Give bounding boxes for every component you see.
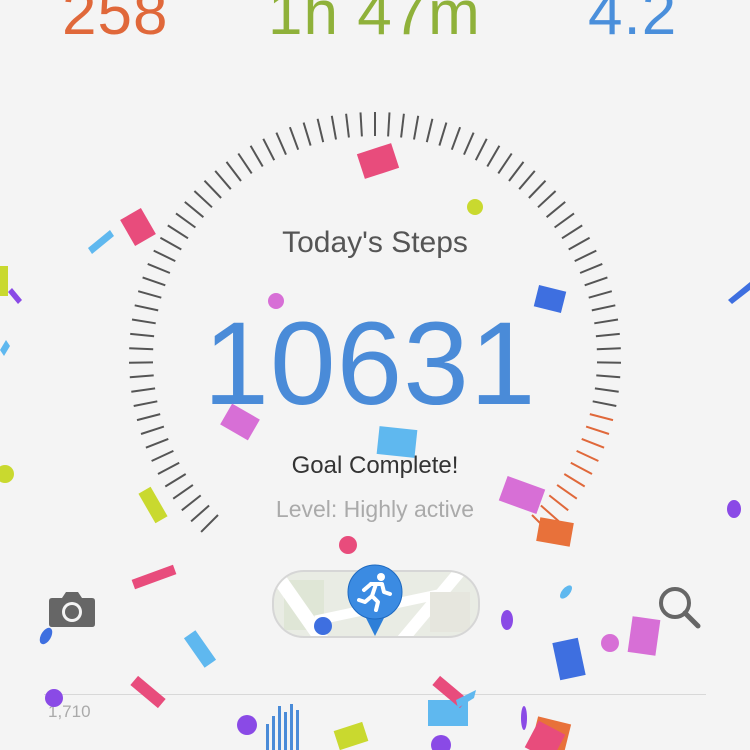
- dial-tick: [486, 145, 501, 168]
- chart-axis-label: 1,710: [48, 702, 91, 721]
- dial-tick: [249, 145, 264, 168]
- dial-tick: [463, 132, 475, 155]
- goal-status: Goal Complete!: [291, 452, 459, 479]
- step-count: 10631: [203, 298, 537, 430]
- dial-tick: [262, 138, 276, 161]
- chart-baseline: [44, 694, 706, 695]
- dial-tick: [214, 170, 232, 190]
- dial-tick: [316, 118, 325, 143]
- dial-tick: [584, 276, 608, 287]
- step-history-bars[interactable]: [262, 700, 306, 750]
- dial-tick: [288, 126, 300, 151]
- dial-tick: [142, 276, 166, 287]
- dial-tick: [275, 132, 287, 155]
- camera-icon[interactable]: [48, 588, 96, 628]
- dial-tick: [302, 122, 312, 146]
- dial-tick: [474, 138, 488, 161]
- dial-tick: [203, 180, 222, 199]
- dial-tick: [508, 161, 525, 182]
- dial-tick: [537, 190, 557, 209]
- dial-tick: [193, 190, 213, 209]
- dial-tick: [184, 201, 205, 218]
- dial-tick: [450, 126, 462, 151]
- dial-tick: [330, 115, 337, 140]
- dial-tick: [497, 152, 513, 174]
- dial-tick: [237, 152, 253, 174]
- dial-tick: [579, 262, 603, 274]
- dial-tick: [225, 161, 242, 182]
- dial-tick: [438, 122, 448, 146]
- dial-tick: [145, 437, 169, 449]
- dial-tick: [545, 201, 566, 218]
- runner-pin-icon[interactable]: [346, 562, 404, 638]
- dial-tick: [359, 112, 363, 137]
- dial-tick: [345, 113, 350, 138]
- search-icon[interactable]: [656, 584, 702, 630]
- dial-tick: [425, 118, 434, 143]
- dial-tick: [147, 262, 171, 274]
- dial-tick: [581, 437, 605, 449]
- dial-tick: [528, 180, 547, 199]
- dial-tick: [413, 115, 420, 140]
- dial-tick: [400, 113, 405, 138]
- dial-tick: [518, 170, 536, 190]
- dial-tick: [387, 112, 391, 137]
- dial-title: Today's Steps: [282, 226, 468, 259]
- activity-level: Level: Highly active: [275, 496, 475, 522]
